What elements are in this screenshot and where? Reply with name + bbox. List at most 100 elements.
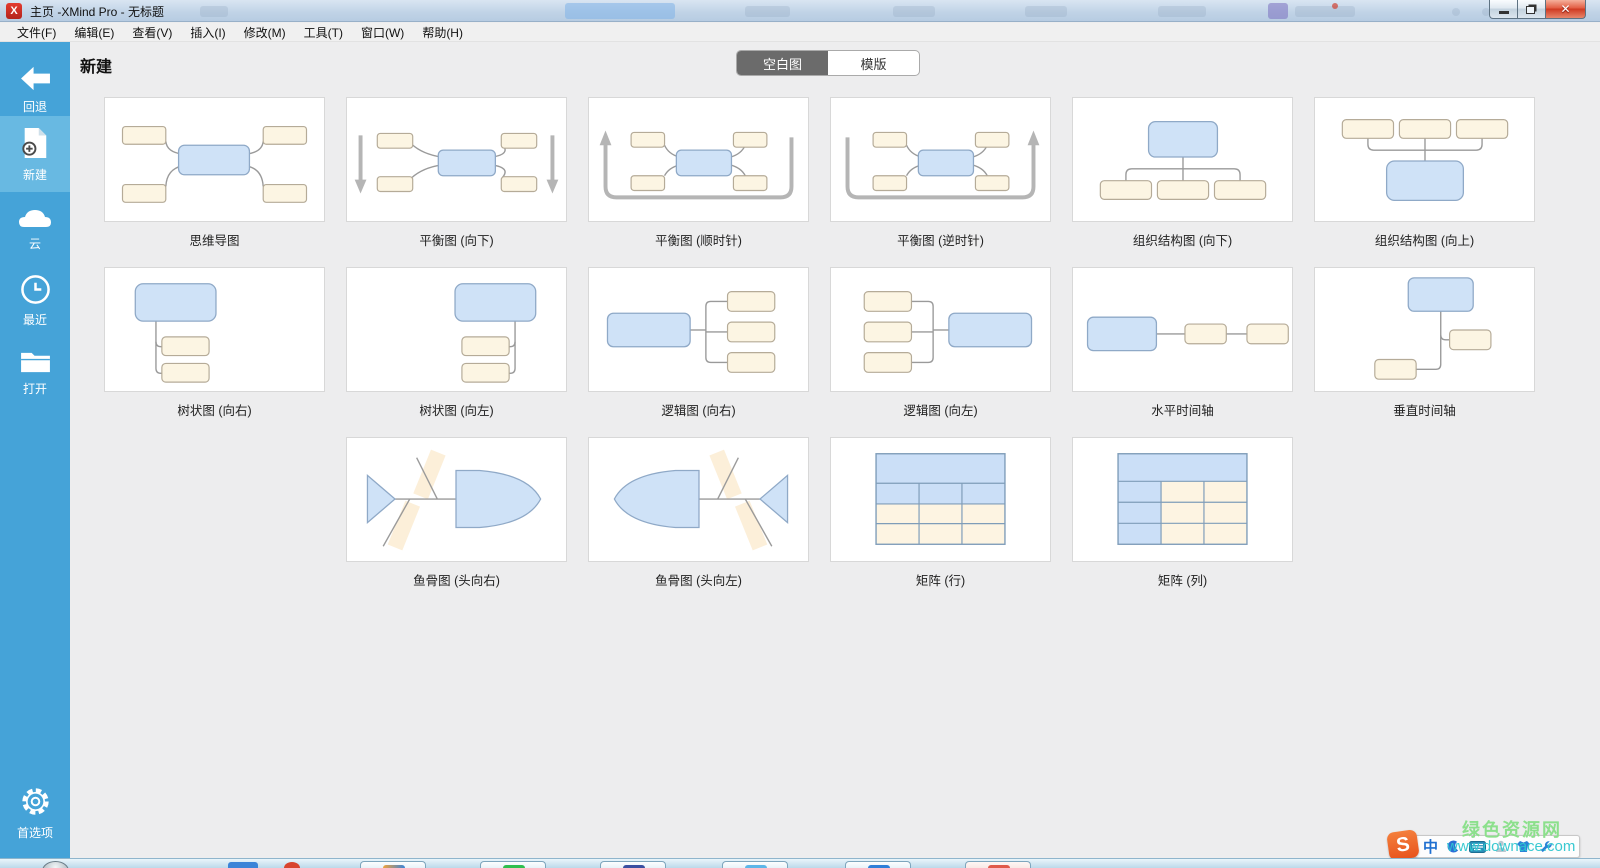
titlebar-ghost	[1452, 8, 1460, 16]
timeline-vertical-thumbnail	[1314, 267, 1535, 392]
template-label: 鱼骨图 (头向左)	[588, 570, 809, 589]
template-card-balance-clockwise[interactable]: 平衡图 (顺时针)	[588, 97, 809, 267]
titlebar-ghost	[893, 6, 935, 17]
xmind-home-window: X 主页 -XMind Pro - 无标题 ✕ 文件(F) 编辑(E) 查看(V…	[0, 0, 1600, 868]
taskbar-button[interactable]	[360, 861, 426, 868]
tab-templates[interactable]: 模版	[828, 51, 919, 75]
template-label: 逻辑图 (向左)	[830, 400, 1051, 419]
template-card-org-chart-up[interactable]: 组织结构图 (向上)	[1314, 97, 1535, 267]
sidebar-item-open[interactable]: 打开	[0, 340, 70, 406]
taskbar-pinned-icon[interactable]	[284, 862, 300, 868]
template-card-timeline-horizontal[interactable]: 水平时间轴	[1072, 267, 1293, 437]
template-card-matrix-rows[interactable]: 矩阵 (行)	[830, 437, 1051, 607]
matrix-rows-thumbnail	[830, 437, 1051, 562]
sidebar: 回退 新建 云 最近 打开	[0, 42, 70, 858]
titlebar-ghost	[745, 6, 790, 17]
taskbar-button[interactable]	[722, 861, 788, 868]
xmind-app-icon: X	[6, 3, 22, 19]
sogou-ime-logo[interactable]: S	[1386, 829, 1420, 861]
tree-left-thumbnail	[346, 267, 567, 392]
watermark-url: www.downace.com	[1447, 838, 1575, 855]
gear-icon	[19, 785, 52, 818]
template-label: 思维导图	[104, 230, 325, 249]
template-card-org-chart-down[interactable]: 组织结构图 (向下)	[1072, 97, 1293, 267]
taskbar	[0, 858, 1600, 868]
sidebar-item-back[interactable]: 回退	[0, 50, 70, 120]
template-label: 平衡图 (顺时针)	[588, 230, 809, 249]
minimize-icon	[1499, 11, 1509, 14]
menu-help[interactable]: 帮助(H)	[413, 24, 472, 41]
menu-tools[interactable]: 工具(T)	[295, 24, 352, 41]
logic-right-thumbnail	[588, 267, 809, 392]
template-card-fishbone-left[interactable]: 鱼骨图 (头向左)	[588, 437, 809, 607]
template-label: 鱼骨图 (头向右)	[346, 570, 567, 589]
title-bar[interactable]: X 主页 -XMind Pro - 无标题 ✕	[0, 0, 1600, 22]
menu-file[interactable]: 文件(F)	[8, 24, 65, 41]
menu-modify[interactable]: 修改(M)	[235, 24, 295, 41]
template-card-tree-right[interactable]: 树状图 (向右)	[104, 267, 325, 437]
titlebar-ghost	[1158, 6, 1206, 17]
logic-left-thumbnail	[830, 267, 1051, 392]
taskbar-pinned-icon[interactable]	[228, 862, 258, 868]
template-card-balance-counterclockwise[interactable]: 平衡图 (逆时针)	[830, 97, 1051, 267]
template-label: 平衡图 (逆时针)	[830, 230, 1051, 249]
balance-down-thumbnail	[346, 97, 567, 222]
titlebar-ghost	[1025, 6, 1067, 17]
close-icon: ✕	[1560, 2, 1570, 16]
template-label: 平衡图 (向下)	[346, 230, 567, 249]
cloud-icon	[17, 205, 53, 229]
back-arrow-icon	[19, 65, 52, 92]
menu-bar: 文件(F) 编辑(E) 查看(V) 插入(I) 修改(M) 工具(T) 窗口(W…	[0, 23, 1600, 42]
template-card-logic-left[interactable]: 逻辑图 (向左)	[830, 267, 1051, 437]
sidebar-item-new[interactable]: 新建	[0, 116, 70, 192]
menu-view[interactable]: 查看(V)	[123, 24, 181, 41]
template-card-balance-down[interactable]: 平衡图 (向下)	[346, 97, 567, 267]
timeline-horizontal-thumbnail	[1072, 267, 1293, 392]
template-card-fishbone-right[interactable]: 鱼骨图 (头向右)	[346, 437, 567, 607]
titlebar-ghost	[1332, 3, 1338, 9]
tree-right-thumbnail	[104, 267, 325, 392]
menu-insert[interactable]: 插入(I)	[181, 24, 234, 41]
sidebar-item-label: 回退	[23, 98, 47, 115]
template-label: 逻辑图 (向右)	[588, 400, 809, 419]
minimize-button[interactable]	[1489, 0, 1518, 19]
close-button[interactable]: ✕	[1546, 0, 1586, 19]
view-tabs: 空白图 模版	[736, 50, 920, 76]
taskbar-button[interactable]	[845, 861, 911, 868]
sidebar-item-label: 首选项	[17, 824, 53, 841]
ime-language-indicator[interactable]: 中	[1423, 836, 1438, 857]
template-label: 水平时间轴	[1072, 400, 1293, 419]
sidebar-item-cloud[interactable]: 云	[0, 195, 70, 261]
template-card-matrix-columns[interactable]: 矩阵 (列)	[1072, 437, 1293, 607]
sidebar-item-preferences[interactable]: 首选项	[0, 777, 70, 849]
taskbar-button[interactable]	[600, 861, 666, 868]
template-label: 组织结构图 (向上)	[1314, 230, 1535, 249]
main-content: 新建 空白图 模版 思维导图	[70, 42, 1600, 858]
titlebar-ghost	[1295, 6, 1355, 17]
taskbar-button[interactable]	[480, 861, 546, 868]
new-document-icon	[20, 126, 50, 160]
menu-edit[interactable]: 编辑(E)	[65, 24, 123, 41]
folder-icon	[19, 349, 52, 374]
template-card-timeline-vertical[interactable]: 垂直时间轴	[1314, 267, 1535, 437]
window-controls: ✕	[1489, 0, 1586, 19]
fishbone-left-thumbnail	[588, 437, 809, 562]
template-label: 矩阵 (列)	[1072, 570, 1293, 589]
restore-button[interactable]	[1518, 0, 1546, 19]
sidebar-item-recent[interactable]: 最近	[0, 266, 70, 336]
menu-window[interactable]: 窗口(W)	[352, 24, 413, 41]
template-label: 树状图 (向右)	[104, 400, 325, 419]
restore-icon	[1526, 6, 1535, 14]
clock-icon	[20, 274, 51, 305]
org-chart-down-thumbnail	[1072, 97, 1293, 222]
template-label: 树状图 (向左)	[346, 400, 567, 419]
taskbar-button[interactable]	[965, 861, 1031, 868]
tab-blank-charts[interactable]: 空白图	[737, 51, 828, 75]
template-card-logic-right[interactable]: 逻辑图 (向右)	[588, 267, 809, 437]
template-card-mind-map[interactable]: 思维导图	[104, 97, 325, 267]
start-button[interactable]	[42, 861, 69, 868]
sidebar-item-label: 云	[29, 235, 41, 252]
template-card-tree-left[interactable]: 树状图 (向左)	[346, 267, 567, 437]
template-label: 组织结构图 (向下)	[1072, 230, 1293, 249]
titlebar-ghost	[565, 3, 675, 19]
